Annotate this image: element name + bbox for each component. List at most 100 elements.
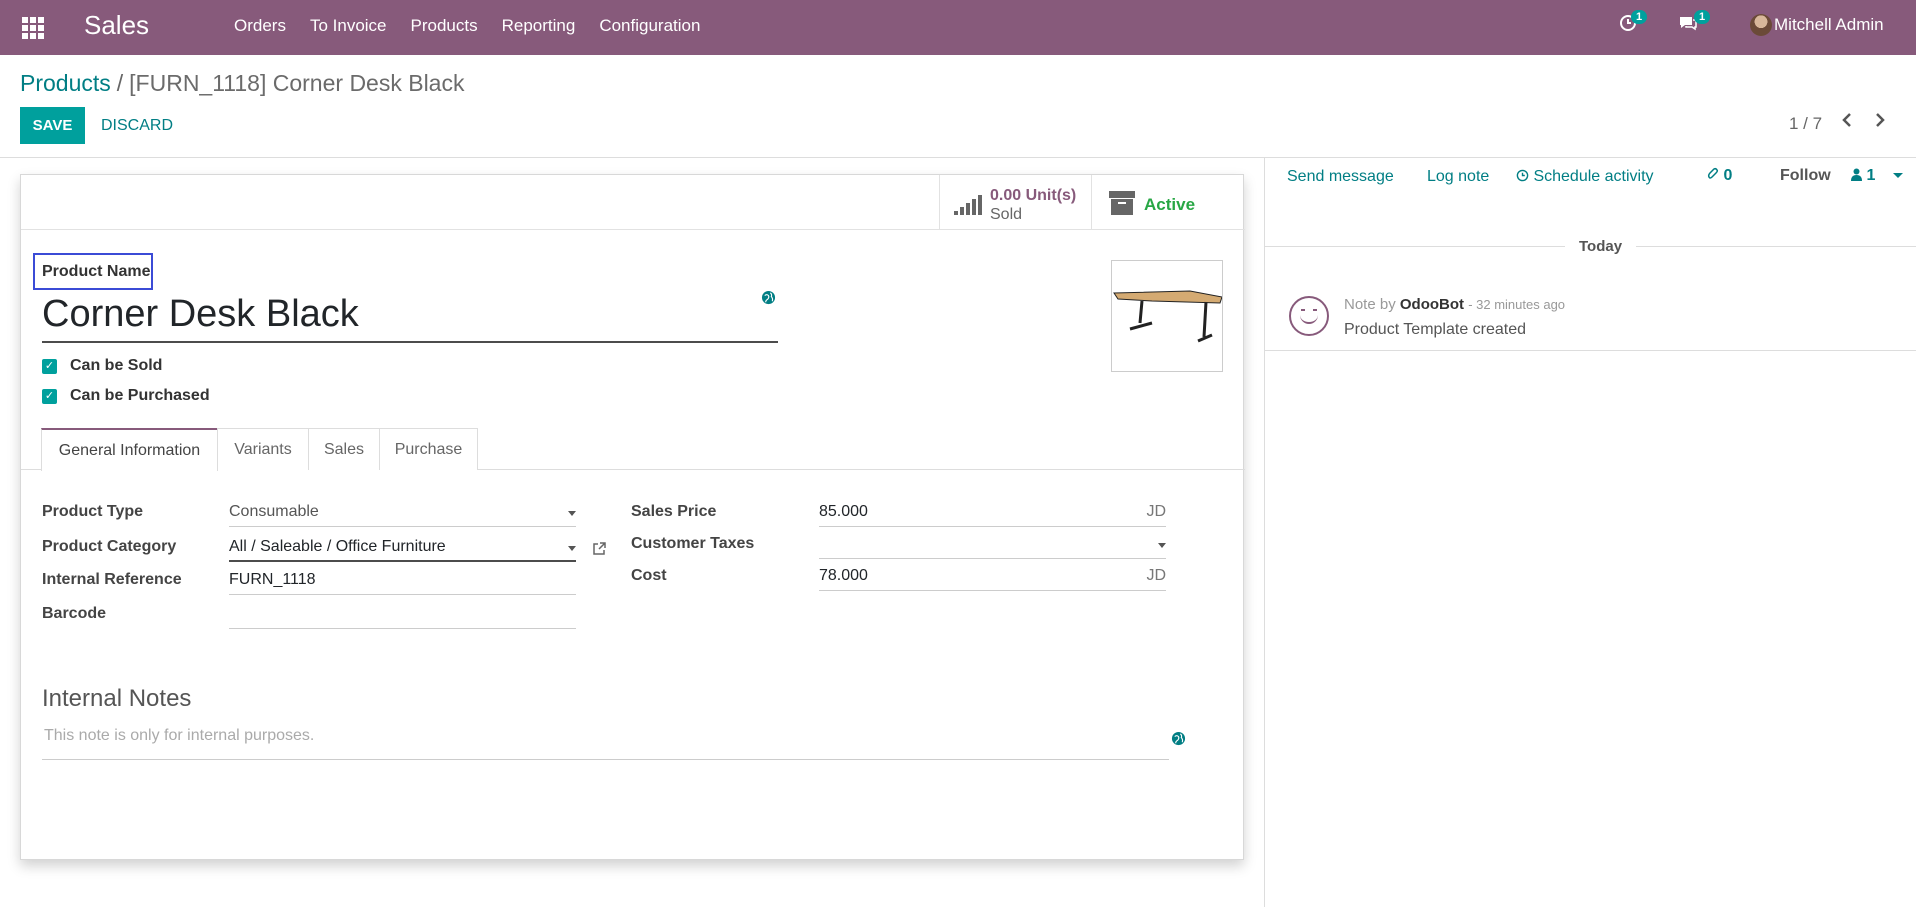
followers-caret-icon[interactable] [1893,173,1903,178]
activity-clock-icon[interactable]: 1 [1619,10,1648,37]
product-category-select[interactable]: All / Saleable / Office Furniture [229,538,576,562]
breadcrumb-current: [FURN_1118] Corner Desk Black [129,70,465,96]
attachments-button[interactable]: 0 [1707,167,1732,185]
activity-count-badge: 1 [1631,10,1648,24]
schedule-activity-button[interactable]: Schedule activity [1516,168,1654,186]
sales-price-input[interactable]: 85.000 JD [819,503,1166,527]
followers-button[interactable]: 1 [1851,167,1875,185]
barcode-label: Barcode [42,605,107,622]
active-label: Active [1144,195,1196,214]
menu-reporting[interactable]: Reporting [490,16,588,36]
message-author[interactable]: OdooBot [1400,296,1464,313]
product-type-select[interactable]: Consumable [229,503,576,527]
apps-menu-icon[interactable] [20,15,44,39]
sold-stat-button[interactable]: 0.00 Unit(s) Sold [939,175,1091,230]
messages-icon[interactable]: 1 [1678,10,1711,37]
cost-label: Cost [631,567,667,584]
menu-orders[interactable]: Orders [222,16,298,36]
internal-notes-input[interactable]: This note is only for internal purposes. [42,723,1186,760]
can-be-sold-label: Can be Sold [70,357,163,374]
cost-value: 78.000 [819,567,868,584]
dropdown-caret-icon [1158,543,1166,548]
message-kind: Note by [1344,296,1396,313]
barcode-input[interactable] [229,605,576,629]
sold-value: 0.00 Unit(s) [990,187,1077,204]
tab-sales[interactable]: Sales [308,428,380,470]
can-be-purchased-label: Can be Purchased [70,387,210,404]
menu-configuration[interactable]: Configuration [587,16,712,36]
sales-price-label: Sales Price [631,503,717,520]
tab-purchase[interactable]: Purchase [379,428,478,470]
message-divider [1265,350,1916,351]
dropdown-caret-icon [568,546,576,551]
message-date: - 32 minutes ago [1468,297,1566,312]
message-body: Product Template created [1344,321,1527,338]
can-be-sold-checkbox[interactable]: ✓ [42,358,57,374]
can-be-sold-row: ✓ Can be Sold [42,357,162,375]
paperclip-icon [1707,167,1719,179]
send-message-button[interactable]: Send message [1287,168,1394,186]
signal-bars-icon [954,195,982,215]
cost-currency: JD [1146,567,1166,584]
product-type-label: Product Type [42,503,144,520]
follow-button[interactable]: Follow [1780,167,1831,185]
internal-notes-placeholder: This note is only for internal purposes. [44,727,315,744]
cost-input[interactable]: 78.000 JD [819,567,1166,591]
chatter-panel: Send message Log note Schedule activity … [1264,158,1916,907]
user-icon [1851,168,1862,181]
tab-variants[interactable]: Variants [217,428,309,470]
discard-button[interactable]: DISCARD [101,107,173,144]
product-name-input[interactable]: Corner Desk Black [42,293,778,343]
main-menu: Orders To Invoice Products Reporting Con… [222,16,712,36]
external-link-icon[interactable] [591,541,607,562]
form-tabs: General Information Variants Sales Purch… [21,428,1245,471]
customer-taxes-label: Customer Taxes [631,535,755,552]
translate-globe-icon[interactable] [761,290,776,308]
customer-taxes-select[interactable] [819,535,1166,559]
internal-reference-value: FURN_1118 [229,571,316,588]
product-image[interactable] [1111,260,1223,372]
notes-translate-globe-icon[interactable] [1171,731,1186,749]
active-toggle-button[interactable]: Active [1091,175,1243,230]
user-avatar[interactable] [1750,14,1772,36]
user-menu[interactable]: Mitchell Admin [1774,15,1884,35]
can-be-purchased-checkbox[interactable]: ✓ [42,388,57,404]
message-header: Note by OdooBot - 32 minutes ago [1344,296,1565,313]
pager-value[interactable]: 1 / 7 [1789,114,1822,134]
internal-reference-input[interactable]: FURN_1118 [229,571,576,595]
sales-price-value: 85.000 [819,503,868,520]
followers-count: 1 [1866,167,1876,184]
day-label: Today [1565,238,1637,255]
clock-icon [1516,169,1529,182]
menu-to-invoice[interactable]: To Invoice [298,16,399,36]
can-be-purchased-row: ✓ Can be Purchased [42,387,210,405]
schedule-activity-label: Schedule activity [1533,168,1654,185]
odoobot-avatar [1289,296,1329,336]
archive-icon [1109,191,1135,215]
internal-notes-title: Internal Notes [42,685,192,712]
log-note-button[interactable]: Log note [1427,168,1489,186]
top-navbar: Sales Orders To Invoice Products Reporti… [0,0,1916,55]
product-category-label: Product Category [42,538,177,555]
sold-label: Sold [990,206,1023,223]
pager-previous-icon[interactable] [1841,112,1853,133]
pager-next-icon[interactable] [1874,112,1886,133]
breadcrumb-separator: / [116,70,124,96]
app-title[interactable]: Sales [84,10,149,41]
form-sheet: 0.00 Unit(s) Sold Active Product Name Co… [20,174,1245,860]
internal-reference-label: Internal Reference [42,571,182,588]
messages-count-badge: 1 [1694,10,1711,24]
product-type-value: Consumable [229,503,319,520]
product-name-label: Product Name [42,263,151,280]
breadcrumb-products-link[interactable]: Products [20,70,111,96]
menu-products[interactable]: Products [399,16,490,36]
desk-image [1113,290,1223,343]
attachments-count: 0 [1723,167,1733,184]
smart-button-box: 0.00 Unit(s) Sold Active [21,175,1245,230]
dropdown-caret-icon [568,511,576,516]
save-button[interactable]: SAVE [20,107,85,144]
sales-price-currency: JD [1146,503,1166,520]
tab-general-information[interactable]: General Information [41,428,218,471]
breadcrumb: Products / [FURN_1118] Corner Desk Black [20,70,464,97]
product-category-value: All / Saleable / Office Furniture [229,538,446,555]
